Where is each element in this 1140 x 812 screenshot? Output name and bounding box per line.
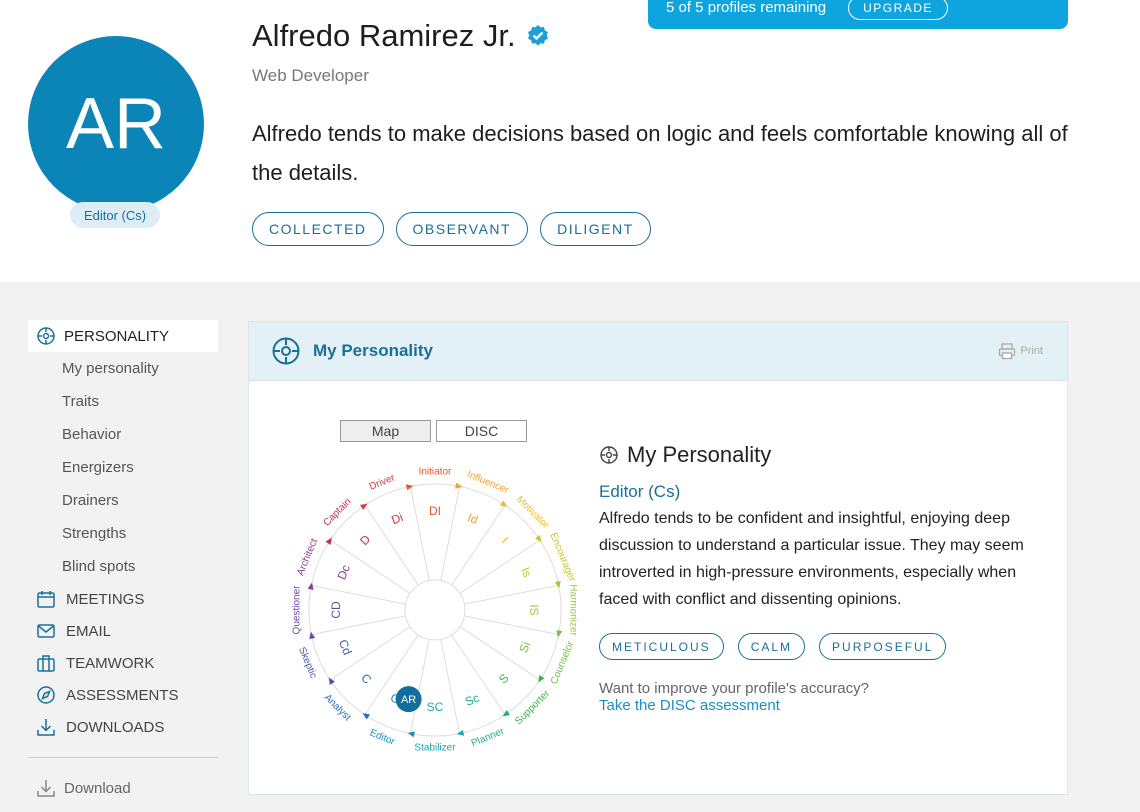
avatar: AR bbox=[28, 36, 204, 212]
trait-tag[interactable]: CALM bbox=[737, 633, 806, 660]
sidebar-item-label: EMAIL bbox=[66, 622, 112, 640]
profile-name: Alfredo Ramirez Jr. bbox=[252, 18, 550, 54]
personality-panel: My Personality Print Map DISC Initiator D… bbox=[248, 321, 1068, 795]
sidebar-item-meetings[interactable]: MEETINGS bbox=[28, 583, 218, 615]
wheel-inner-label: SC bbox=[427, 700, 444, 714]
info-title-text: My Personality bbox=[627, 442, 772, 467]
download-label: Download bbox=[64, 779, 131, 797]
panel-header: My Personality Print bbox=[249, 322, 1067, 381]
user-marker-initials: AR bbox=[401, 694, 416, 706]
sidebar-divider bbox=[28, 757, 218, 758]
download-icon bbox=[37, 719, 55, 736]
sidebar-item-downloads[interactable]: DOWNLOADS bbox=[28, 711, 218, 743]
wheel-outer-label: Stabilizer bbox=[414, 743, 456, 754]
sidebar-subitem-behavior[interactable]: Behavior bbox=[28, 418, 218, 451]
target-icon bbox=[272, 337, 300, 365]
download-button[interactable]: Download bbox=[28, 772, 218, 804]
trait-tag[interactable]: PURPOSEFUL bbox=[819, 633, 947, 660]
sidebar-subitem-my-personality[interactable]: My personality bbox=[28, 352, 218, 385]
profile-summary: Alfredo tends to make decisions based on… bbox=[252, 121, 1068, 185]
personality-tags: METICULOUS CALM PURPOSEFUL bbox=[599, 633, 1039, 660]
wheel-outer-label: Driver bbox=[368, 472, 397, 493]
wheel-outer-label: Questioner bbox=[292, 585, 303, 635]
upgrade-button[interactable]: UPGRADE bbox=[848, 0, 948, 20]
sidebar-item-label: TEAMWORK bbox=[66, 654, 155, 672]
sidebar-item-label: DOWNLOADS bbox=[66, 718, 165, 736]
personality-wheel: InitiatorDIInfluencerId MotivatorI Encoura… bbox=[292, 467, 579, 754]
wheel-outer-label: Editor bbox=[368, 728, 397, 748]
disc-toggle[interactable]: DISC bbox=[436, 420, 527, 442]
profiles-remaining-text: 5 of 5 profiles remaining bbox=[666, 0, 827, 16]
target-icon bbox=[37, 327, 55, 345]
trait-tag[interactable]: DILIGENT bbox=[540, 212, 651, 246]
target-icon bbox=[600, 446, 618, 464]
wheel-inner-label: IS bbox=[527, 604, 541, 615]
sidebar-subitem-traits[interactable]: Traits bbox=[28, 385, 218, 418]
personality-description: Alfredo tends to be confident and insigh… bbox=[599, 510, 1024, 608]
profile-tags: COLLECTED OBSERVANT DILIGENT bbox=[252, 212, 651, 246]
map-toggle[interactable]: Map bbox=[340, 420, 431, 442]
wheel-inner-label: DI bbox=[429, 504, 441, 518]
print-button[interactable]: Print bbox=[998, 342, 1043, 360]
envelope-icon bbox=[37, 624, 55, 638]
trait-tag[interactable]: COLLECTED bbox=[252, 212, 384, 246]
sidebar-item-teamwork[interactable]: TEAMWORK bbox=[28, 647, 218, 679]
sidebar-subitem-blind-spots[interactable]: Blind spots bbox=[28, 550, 218, 583]
avatar-initials: AR bbox=[65, 84, 167, 164]
profile-role: Web Developer bbox=[252, 66, 369, 85]
improve-accuracy-text: Want to improve your profile's accuracy? bbox=[599, 680, 869, 697]
trait-tag[interactable]: METICULOUS bbox=[599, 633, 724, 660]
trait-tag[interactable]: OBSERVANT bbox=[395, 212, 529, 246]
sidebar-item-label: MEETINGS bbox=[66, 590, 145, 608]
personality-type: Editor (Cs) bbox=[599, 482, 681, 501]
profile-header: AR Editor (Cs) Alfredo Ramirez Jr. Web D… bbox=[0, 0, 1140, 282]
info-title: My Personality bbox=[599, 442, 1039, 468]
download-icon bbox=[37, 780, 55, 797]
wheel-outer-label: Harmonizer bbox=[567, 584, 578, 636]
wheel-center bbox=[404, 579, 466, 641]
sidebar-subitem-energizers[interactable]: Energizers bbox=[28, 451, 218, 484]
compass-icon bbox=[37, 686, 55, 704]
sidebar-subitem-drainers[interactable]: Drainers bbox=[28, 484, 218, 517]
sidebar-subitem-strengths[interactable]: Strengths bbox=[28, 517, 218, 550]
wheel-outer-label: Initiator bbox=[419, 467, 452, 478]
type-badge: Editor (Cs) bbox=[70, 202, 160, 228]
printer-icon bbox=[999, 343, 1016, 360]
sidebar: PERSONALITY My personality Traits Behavi… bbox=[28, 320, 218, 804]
sidebar-item-label: PERSONALITY bbox=[64, 327, 170, 345]
verified-icon bbox=[527, 25, 548, 46]
print-label: Print bbox=[1020, 345, 1043, 357]
profiles-remaining-banner: 5 of 5 profiles remaining UPGRADE bbox=[648, 0, 1068, 29]
sidebar-item-label: ASSESSMENTS bbox=[66, 686, 179, 704]
briefcase-icon bbox=[37, 655, 55, 672]
sidebar-item-email[interactable]: EMAIL bbox=[28, 615, 218, 647]
sidebar-item-personality[interactable]: PERSONALITY bbox=[28, 320, 218, 352]
content-area: PERSONALITY My personality Traits Behavi… bbox=[0, 282, 1140, 812]
wheel-inner-label: CD bbox=[329, 601, 343, 619]
calendar-icon bbox=[37, 591, 55, 608]
take-disc-assessment-link[interactable]: Take the DISC assessment bbox=[599, 697, 1039, 714]
personality-info: My Personality Editor (Cs) Alfredo tends… bbox=[599, 442, 1039, 714]
profile-name-text: Alfredo Ramirez Jr. bbox=[252, 18, 516, 53]
sidebar-item-assessments[interactable]: ASSESSMENTS bbox=[28, 679, 218, 711]
panel-title: My Personality bbox=[313, 341, 433, 360]
